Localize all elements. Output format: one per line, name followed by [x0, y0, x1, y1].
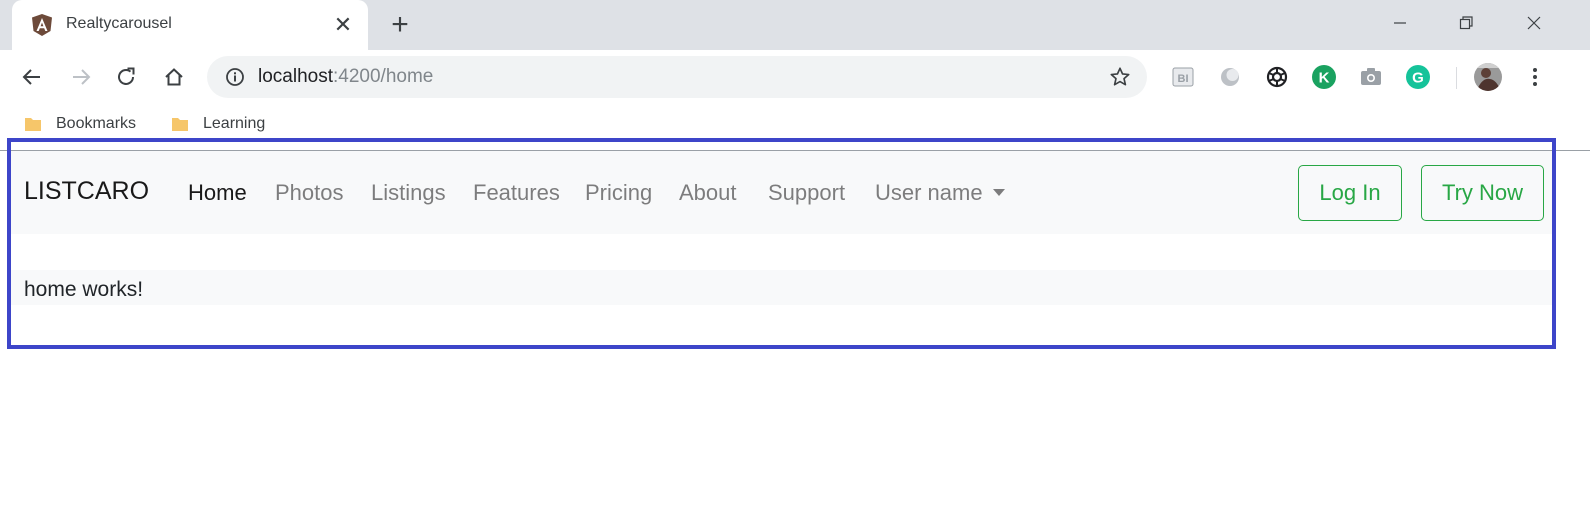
- nav-link-about[interactable]: About: [679, 180, 737, 206]
- restore-button[interactable]: [1446, 8, 1486, 38]
- bi-extension-icon[interactable]: BI: [1170, 64, 1196, 90]
- star-icon[interactable]: [1109, 66, 1131, 88]
- info-icon[interactable]: [225, 67, 245, 87]
- minimize-icon: [1394, 22, 1406, 24]
- nav-link-listings[interactable]: Listings: [371, 180, 446, 206]
- restore-icon: [1459, 16, 1473, 30]
- home-works-text: home works!: [24, 278, 144, 301]
- arrow-right-icon: [73, 69, 91, 85]
- svg-text:BI: BI: [1178, 73, 1189, 85]
- bookmarks-bar: Bookmarks Learning: [0, 104, 1590, 144]
- back-button[interactable]: [15, 60, 49, 94]
- window-close-button[interactable]: [1514, 8, 1554, 38]
- user-name-dropdown[interactable]: User name: [875, 180, 1005, 206]
- bookmark-label: Bookmarks: [56, 115, 137, 132]
- close-window-icon: [1527, 16, 1541, 30]
- svg-text:G: G: [1412, 70, 1424, 87]
- angular-shield-icon: [32, 14, 52, 36]
- grammarly-extension-icon[interactable]: G: [1405, 64, 1431, 90]
- arrow-left-icon: [22, 69, 40, 85]
- close-icon[interactable]: ✕: [330, 12, 356, 38]
- home-icon: [165, 68, 183, 86]
- url-path: :4200/home: [333, 66, 434, 87]
- tab-title: Realtycarousel: [66, 15, 172, 32]
- caret-down-icon: [992, 188, 1005, 196]
- bookmark-label: Learning: [203, 115, 266, 132]
- address-bar[interactable]: localhost:4200/home: [207, 56, 1147, 98]
- folder-icon: [172, 118, 188, 131]
- new-tab-button[interactable]: +: [384, 8, 416, 41]
- folder-icon: [25, 118, 41, 131]
- avatar[interactable]: [1473, 62, 1503, 92]
- nav-link-features[interactable]: Features: [473, 180, 560, 206]
- bookmark-folder-learning[interactable]: Learning: [171, 112, 265, 136]
- try-now-button[interactable]: Try Now: [1421, 165, 1544, 221]
- navbar-brand[interactable]: LISTCARO: [24, 177, 149, 206]
- browser-toolbar: localhost:4200/home BI K G: [0, 50, 1590, 104]
- nav-link-home[interactable]: Home: [188, 180, 247, 206]
- nav-link-support[interactable]: Support: [768, 180, 845, 206]
- user-name-label: User name: [875, 180, 983, 205]
- reload-icon: [118, 67, 135, 85]
- camera-extension-icon[interactable]: [1358, 64, 1384, 90]
- sphere-extension-icon[interactable]: [1217, 64, 1243, 90]
- kebab-menu-icon: [1533, 68, 1537, 86]
- svg-text:K: K: [1319, 70, 1330, 87]
- login-button[interactable]: Log In: [1298, 165, 1402, 221]
- browser-tab[interactable]: Realtycarousel ✕: [12, 0, 368, 50]
- url-host: localhost: [258, 66, 333, 87]
- nav-link-photos[interactable]: Photos: [275, 180, 344, 206]
- tab-strip: Realtycarousel ✕ +: [0, 0, 1590, 50]
- home-button[interactable]: [157, 60, 191, 94]
- toolbar-separator: [1456, 67, 1457, 89]
- page-viewport: LISTCARO Home Photos Listings Features P…: [0, 138, 1590, 506]
- forward-button[interactable]: [64, 60, 98, 94]
- minimize-button[interactable]: [1380, 8, 1420, 38]
- k-extension-icon[interactable]: K: [1311, 64, 1337, 90]
- nav-link-pricing[interactable]: Pricing: [585, 180, 652, 206]
- bookmark-folder-bookmarks[interactable]: Bookmarks: [24, 112, 136, 136]
- site-navbar: LISTCARO Home Photos Listings Features P…: [10, 151, 1553, 234]
- url-text[interactable]: localhost:4200/home: [258, 66, 433, 88]
- reload-button[interactable]: [109, 60, 143, 94]
- chrome-menu-button[interactable]: [1518, 60, 1552, 94]
- content-strip: [10, 270, 1553, 305]
- openai-extension-icon[interactable]: [1264, 64, 1290, 90]
